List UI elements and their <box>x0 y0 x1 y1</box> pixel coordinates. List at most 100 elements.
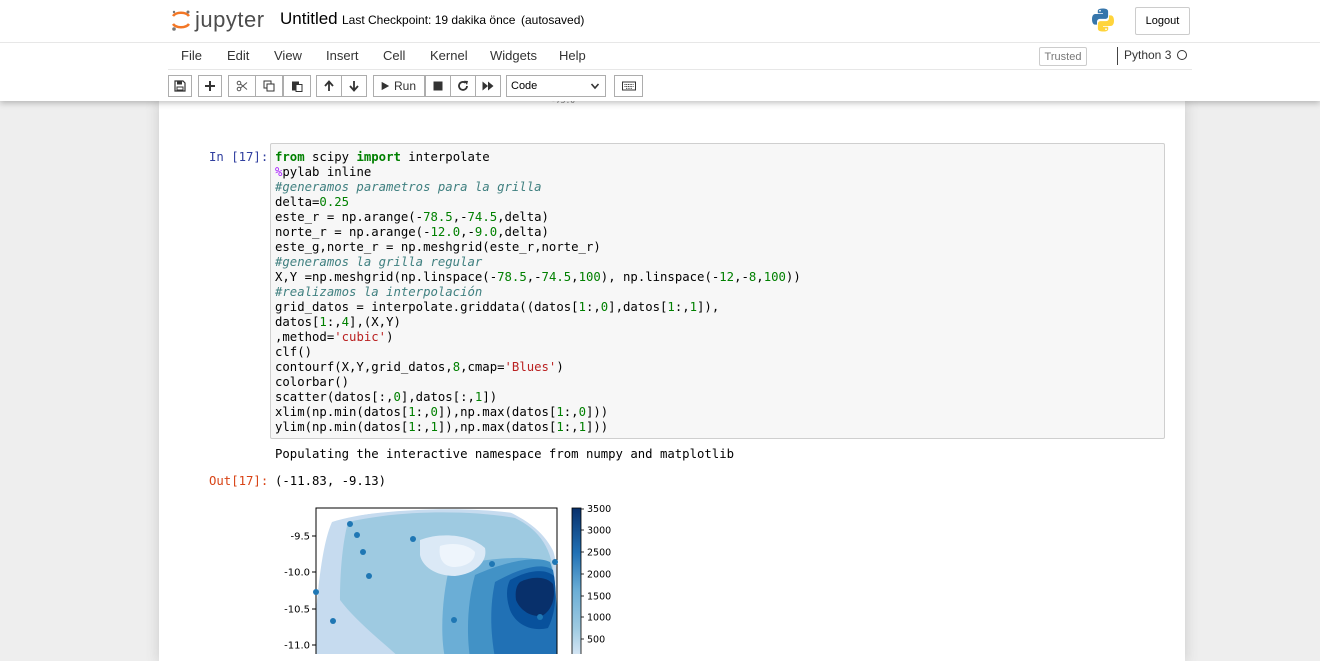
code-line: scatter(datos[:,0],datos[:,1]) <box>275 390 498 404</box>
save-button[interactable] <box>168 75 192 97</box>
paste-icon <box>292 81 303 92</box>
cell-type-value: Code <box>511 80 538 92</box>
scatter-point <box>552 559 558 565</box>
kernel-separator <box>1117 47 1118 65</box>
code-line: colorbar() <box>275 375 350 389</box>
code-line: este_r = np.arange(-78.5,-74.5,delta) <box>275 210 549 224</box>
colorbar-tick-label: 3000 <box>587 526 611 537</box>
menu-file[interactable]: File <box>181 48 202 63</box>
code-line: xlim(np.min(datos[1:,0]),np.max(datos[1:… <box>275 405 609 419</box>
stop-icon <box>433 81 443 91</box>
colorbar: 3500 3000 2500 2000 1500 1000 500 <box>571 504 611 654</box>
copy-icon <box>263 80 275 92</box>
code-line: ylim(np.min(datos[1:,1]),np.max(datos[1:… <box>275 420 609 434</box>
menu-help[interactable]: Help <box>559 48 586 63</box>
code-line: ,method='cubic') <box>275 330 394 344</box>
jupyter-logo[interactable]: jupyter <box>170 5 265 35</box>
restart-icon <box>458 80 468 91</box>
fast-forward-icon <box>482 81 494 91</box>
colorbar-tick-label: 2500 <box>587 548 611 559</box>
code-cell-editor[interactable]: from scipy import interpolate %pylab inli… <box>270 143 1165 439</box>
output-prompt: Out[17]: <box>209 474 269 488</box>
contour-plot: -9.5 -10.0 -10.5 -11.0 3500 3000 2500 20… <box>284 504 611 654</box>
run-button[interactable]: Run <box>373 75 425 97</box>
scatter-point <box>354 532 360 538</box>
code-line: X,Y =np.meshgrid(np.linspace(-78.5,-74.5… <box>275 270 801 284</box>
scatter-point <box>366 573 372 579</box>
colorbar-gradient <box>572 508 581 654</box>
scatter-point <box>360 549 366 555</box>
menu-kernel[interactable]: Kernel <box>430 48 468 63</box>
checkpoint-status: Last Checkpoint: 19 dakika önce <box>342 13 516 27</box>
code-line: #realizamos la interpolación <box>275 285 483 299</box>
cut-button[interactable] <box>228 75 256 97</box>
contour-fill-group <box>316 508 557 654</box>
colorbar-tick-label: 1500 <box>587 592 611 603</box>
code-line: delta=0.25 <box>275 195 350 209</box>
output-value: (-11.83, -9.13) <box>275 474 387 488</box>
y-axis-ticks: -9.5 -10.0 -10.5 -11.0 <box>284 532 316 652</box>
input-prompt: In [17]: <box>209 150 269 164</box>
save-icon <box>174 80 186 92</box>
run-label: Run <box>394 79 417 93</box>
code-line: #generamos parametros para la grilla <box>275 180 542 194</box>
stdout-output: Populating the interactive namespace fro… <box>275 447 735 461</box>
move-up-button[interactable] <box>316 75 342 97</box>
scatter-point <box>451 617 457 623</box>
y-tick-label: -9.5 <box>290 532 310 543</box>
scatter-point <box>330 618 336 624</box>
move-down-button[interactable] <box>341 75 367 97</box>
colorbar-tick-label: 1000 <box>587 613 611 624</box>
paste-button[interactable] <box>283 75 311 97</box>
y-tick-label: -11.0 <box>284 641 310 652</box>
python-logo-icon <box>1092 8 1114 32</box>
menu-cell[interactable]: Cell <box>383 48 405 63</box>
notebook-toolbar: Run Code <box>0 70 1320 101</box>
code-line: from scipy import interpolate <box>275 150 490 164</box>
y-tick-label: -10.5 <box>284 605 310 616</box>
restart-button[interactable] <box>450 75 476 97</box>
arrow-down-icon <box>349 81 359 92</box>
copy-button[interactable] <box>255 75 283 97</box>
scissors-icon <box>236 80 248 92</box>
scatter-point <box>537 614 543 620</box>
logo-text: jupyter <box>195 7 265 32</box>
code-line: contourf(X,Y,grid_datos,8,cmap='Blues') <box>275 360 564 374</box>
code-line: %pylab inline <box>275 165 372 179</box>
kernel-idle-indicator-icon <box>1177 50 1187 60</box>
menu-insert[interactable]: Insert <box>326 48 359 63</box>
jupyter-logo-icon <box>171 10 191 31</box>
play-icon <box>381 81 390 91</box>
code-line: este_g,norte_r = np.meshgrid(este_r,nort… <box>275 240 601 254</box>
menu-view[interactable]: View <box>274 48 302 63</box>
code-line: datos[1:,4],(X,Y) <box>275 315 401 329</box>
colorbar-tick-label: 2000 <box>587 570 611 581</box>
code-line: norte_r = np.arange(-12.0,-9.0,delta) <box>275 225 549 239</box>
colorbar-tick-label: 3500 <box>587 504 611 515</box>
notebook-title[interactable]: Untitled <box>280 9 338 29</box>
restart-run-all-button[interactable] <box>475 75 501 97</box>
menu-widgets[interactable]: Widgets <box>490 48 537 63</box>
code-line: #generamos la grilla regular <box>275 255 483 269</box>
logout-button[interactable]: Logout <box>1135 7 1190 35</box>
scatter-point <box>313 589 319 595</box>
code-line: grid_datos = interpolate.griddata((datos… <box>275 300 720 314</box>
y-tick-label: -10.0 <box>284 568 310 579</box>
scatter-point <box>489 561 495 567</box>
scatter-point <box>347 521 353 527</box>
trusted-badge[interactable]: Trusted <box>1039 47 1087 66</box>
menu-edit[interactable]: Edit <box>227 48 249 63</box>
colorbar-tick-label: 500 <box>587 635 605 646</box>
interrupt-button[interactable] <box>425 75 451 97</box>
cell-type-select[interactable]: Code <box>506 75 606 97</box>
command-palette-button[interactable] <box>614 75 643 97</box>
autosave-status: (autosaved) <box>521 13 585 27</box>
insert-cell-button[interactable] <box>198 75 222 97</box>
chevron-down-icon <box>590 83 600 90</box>
kernel-name: Python 3 <box>1124 48 1172 62</box>
notebook-header: jupyter Untitled Last Checkpoint: 19 dak… <box>0 0 1320 101</box>
arrow-up-icon <box>324 80 334 91</box>
code-line: clf() <box>275 345 313 359</box>
scatter-point <box>410 536 416 542</box>
plus-icon <box>205 81 215 91</box>
